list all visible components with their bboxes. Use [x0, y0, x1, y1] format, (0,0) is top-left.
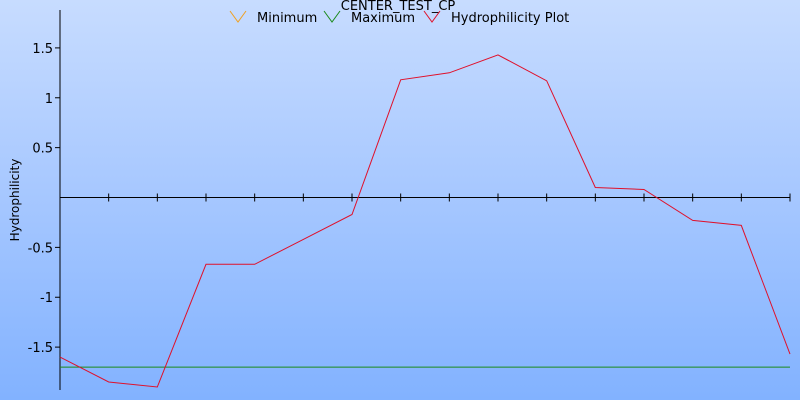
y-axis-title: Hydrophilicity: [8, 159, 22, 242]
legend-item-minimum: Minimum: [229, 10, 317, 26]
y-tick-label: 1: [45, 92, 53, 107]
hydrophilicity-plot-line: [59, 54, 791, 388]
legend-swatch-icon: [229, 10, 247, 23]
legend: Minimum Maximum Hydrophilicity Plot: [229, 10, 569, 26]
legend-label: Minimum: [257, 11, 317, 26]
legend-item-maximum: Maximum: [323, 10, 415, 26]
legend-swatch-icon: [323, 10, 341, 23]
series-group: [59, 54, 791, 388]
y-tick-label: 0.5: [32, 142, 53, 157]
hydrophilicity-chart: CENTER_TEST_CP Hydrophilicity Minimum Max…: [8, 0, 791, 390]
legend-label: Hydrophilicity Plot: [451, 11, 569, 26]
y-tick-label: -1: [40, 291, 53, 306]
y-tick-label: -1.5: [28, 341, 53, 356]
axes: 1.5 1 0.5 -0.5 -1 -1.5: [28, 10, 791, 390]
y-tick-label: -0.5: [28, 241, 53, 256]
y-tick-label: 1.5: [32, 42, 53, 57]
legend-label: Maximum: [351, 11, 415, 26]
